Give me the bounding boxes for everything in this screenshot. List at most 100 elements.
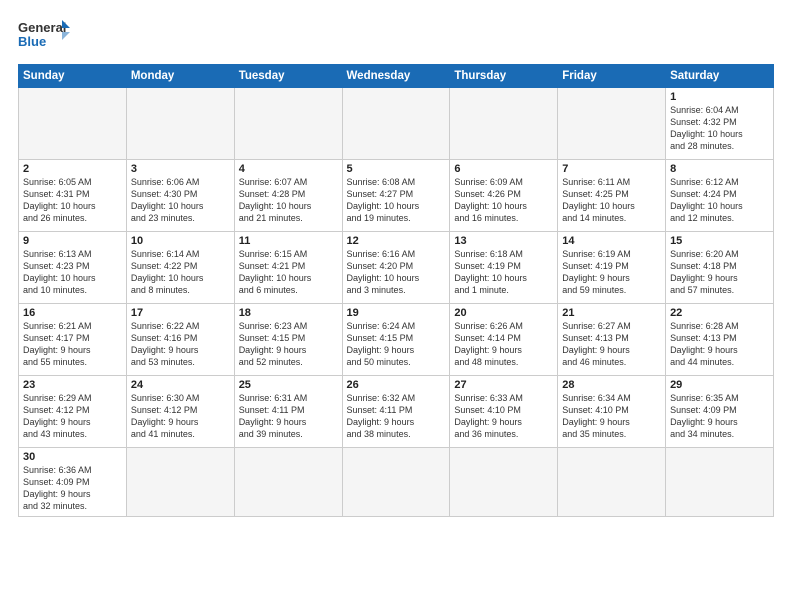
svg-text:General: General: [18, 20, 66, 35]
day-info: Sunrise: 6:36 AM Sunset: 4:09 PM Dayligh…: [23, 464, 122, 513]
day-info: Sunrise: 6:31 AM Sunset: 4:11 PM Dayligh…: [239, 392, 338, 441]
calendar-cell: 3Sunrise: 6:06 AM Sunset: 4:30 PM Daylig…: [126, 160, 234, 232]
calendar-cell: 19Sunrise: 6:24 AM Sunset: 4:15 PM Dayli…: [342, 304, 450, 376]
calendar-header-tuesday: Tuesday: [234, 65, 342, 88]
day-info: Sunrise: 6:18 AM Sunset: 4:19 PM Dayligh…: [454, 248, 553, 297]
calendar-cell: 26Sunrise: 6:32 AM Sunset: 4:11 PM Dayli…: [342, 376, 450, 448]
page: General Blue SundayMondayTuesdayWednesda…: [0, 0, 792, 612]
day-info: Sunrise: 6:23 AM Sunset: 4:15 PM Dayligh…: [239, 320, 338, 369]
calendar-header-wednesday: Wednesday: [342, 65, 450, 88]
calendar-cell: 1Sunrise: 6:04 AM Sunset: 4:32 PM Daylig…: [666, 88, 774, 160]
header: General Blue: [18, 18, 774, 54]
day-number: 20: [454, 307, 553, 319]
day-info: Sunrise: 6:33 AM Sunset: 4:10 PM Dayligh…: [454, 392, 553, 441]
day-info: Sunrise: 6:24 AM Sunset: 4:15 PM Dayligh…: [347, 320, 446, 369]
calendar-cell: [234, 448, 342, 517]
day-info: Sunrise: 6:04 AM Sunset: 4:32 PM Dayligh…: [670, 104, 769, 153]
day-number: 26: [347, 379, 446, 391]
calendar-cell: 13Sunrise: 6:18 AM Sunset: 4:19 PM Dayli…: [450, 232, 558, 304]
day-number: 22: [670, 307, 769, 319]
calendar-cell: 24Sunrise: 6:30 AM Sunset: 4:12 PM Dayli…: [126, 376, 234, 448]
calendar-header-saturday: Saturday: [666, 65, 774, 88]
calendar-cell: [342, 448, 450, 517]
calendar-cell: 21Sunrise: 6:27 AM Sunset: 4:13 PM Dayli…: [558, 304, 666, 376]
calendar-cell: [19, 88, 127, 160]
day-info: Sunrise: 6:20 AM Sunset: 4:18 PM Dayligh…: [670, 248, 769, 297]
calendar-cell: 12Sunrise: 6:16 AM Sunset: 4:20 PM Dayli…: [342, 232, 450, 304]
day-number: 28: [562, 379, 661, 391]
calendar-week-row: 1Sunrise: 6:04 AM Sunset: 4:32 PM Daylig…: [19, 88, 774, 160]
calendar-cell: [558, 88, 666, 160]
calendar-week-row: 23Sunrise: 6:29 AM Sunset: 4:12 PM Dayli…: [19, 376, 774, 448]
calendar-cell: 7Sunrise: 6:11 AM Sunset: 4:25 PM Daylig…: [558, 160, 666, 232]
calendar-cell: [342, 88, 450, 160]
calendar-header-friday: Friday: [558, 65, 666, 88]
day-number: 7: [562, 163, 661, 175]
day-info: Sunrise: 6:22 AM Sunset: 4:16 PM Dayligh…: [131, 320, 230, 369]
calendar-cell: 6Sunrise: 6:09 AM Sunset: 4:26 PM Daylig…: [450, 160, 558, 232]
day-info: Sunrise: 6:21 AM Sunset: 4:17 PM Dayligh…: [23, 320, 122, 369]
day-number: 23: [23, 379, 122, 391]
day-info: Sunrise: 6:19 AM Sunset: 4:19 PM Dayligh…: [562, 248, 661, 297]
day-info: Sunrise: 6:06 AM Sunset: 4:30 PM Dayligh…: [131, 176, 230, 225]
calendar-week-row: 30Sunrise: 6:36 AM Sunset: 4:09 PM Dayli…: [19, 448, 774, 517]
day-number: 12: [347, 235, 446, 247]
day-info: Sunrise: 6:34 AM Sunset: 4:10 PM Dayligh…: [562, 392, 661, 441]
day-number: 6: [454, 163, 553, 175]
calendar-cell: 16Sunrise: 6:21 AM Sunset: 4:17 PM Dayli…: [19, 304, 127, 376]
day-number: 15: [670, 235, 769, 247]
calendar-cell: 22Sunrise: 6:28 AM Sunset: 4:13 PM Dayli…: [666, 304, 774, 376]
calendar-cell: [558, 448, 666, 517]
day-info: Sunrise: 6:28 AM Sunset: 4:13 PM Dayligh…: [670, 320, 769, 369]
calendar-table: SundayMondayTuesdayWednesdayThursdayFrid…: [18, 64, 774, 517]
calendar-cell: 10Sunrise: 6:14 AM Sunset: 4:22 PM Dayli…: [126, 232, 234, 304]
day-number: 13: [454, 235, 553, 247]
calendar-cell: 8Sunrise: 6:12 AM Sunset: 4:24 PM Daylig…: [666, 160, 774, 232]
day-number: 27: [454, 379, 553, 391]
day-info: Sunrise: 6:05 AM Sunset: 4:31 PM Dayligh…: [23, 176, 122, 225]
calendar-cell: [450, 88, 558, 160]
svg-text:Blue: Blue: [18, 34, 46, 49]
calendar-cell: 14Sunrise: 6:19 AM Sunset: 4:19 PM Dayli…: [558, 232, 666, 304]
calendar-cell: 5Sunrise: 6:08 AM Sunset: 4:27 PM Daylig…: [342, 160, 450, 232]
calendar-cell: 2Sunrise: 6:05 AM Sunset: 4:31 PM Daylig…: [19, 160, 127, 232]
calendar-week-row: 16Sunrise: 6:21 AM Sunset: 4:17 PM Dayli…: [19, 304, 774, 376]
day-info: Sunrise: 6:29 AM Sunset: 4:12 PM Dayligh…: [23, 392, 122, 441]
calendar-cell: 20Sunrise: 6:26 AM Sunset: 4:14 PM Dayli…: [450, 304, 558, 376]
calendar-cell: [666, 448, 774, 517]
day-number: 19: [347, 307, 446, 319]
calendar-header-sunday: Sunday: [19, 65, 127, 88]
day-info: Sunrise: 6:35 AM Sunset: 4:09 PM Dayligh…: [670, 392, 769, 441]
calendar-cell: 23Sunrise: 6:29 AM Sunset: 4:12 PM Dayli…: [19, 376, 127, 448]
day-info: Sunrise: 6:16 AM Sunset: 4:20 PM Dayligh…: [347, 248, 446, 297]
calendar-cell: [450, 448, 558, 517]
day-number: 10: [131, 235, 230, 247]
day-info: Sunrise: 6:26 AM Sunset: 4:14 PM Dayligh…: [454, 320, 553, 369]
calendar-week-row: 2Sunrise: 6:05 AM Sunset: 4:31 PM Daylig…: [19, 160, 774, 232]
day-number: 18: [239, 307, 338, 319]
day-number: 29: [670, 379, 769, 391]
day-number: 8: [670, 163, 769, 175]
day-info: Sunrise: 6:08 AM Sunset: 4:27 PM Dayligh…: [347, 176, 446, 225]
generalblue-logo-icon: General Blue: [18, 18, 70, 54]
day-info: Sunrise: 6:11 AM Sunset: 4:25 PM Dayligh…: [562, 176, 661, 225]
calendar-cell: 18Sunrise: 6:23 AM Sunset: 4:15 PM Dayli…: [234, 304, 342, 376]
day-info: Sunrise: 6:32 AM Sunset: 4:11 PM Dayligh…: [347, 392, 446, 441]
logo: General Blue: [18, 18, 70, 54]
calendar-header-row: SundayMondayTuesdayWednesdayThursdayFrid…: [19, 65, 774, 88]
day-info: Sunrise: 6:15 AM Sunset: 4:21 PM Dayligh…: [239, 248, 338, 297]
calendar-cell: 17Sunrise: 6:22 AM Sunset: 4:16 PM Dayli…: [126, 304, 234, 376]
calendar-week-row: 9Sunrise: 6:13 AM Sunset: 4:23 PM Daylig…: [19, 232, 774, 304]
calendar-cell: 30Sunrise: 6:36 AM Sunset: 4:09 PM Dayli…: [19, 448, 127, 517]
calendar-cell: 29Sunrise: 6:35 AM Sunset: 4:09 PM Dayli…: [666, 376, 774, 448]
day-info: Sunrise: 6:30 AM Sunset: 4:12 PM Dayligh…: [131, 392, 230, 441]
calendar-cell: 15Sunrise: 6:20 AM Sunset: 4:18 PM Dayli…: [666, 232, 774, 304]
calendar-cell: [126, 88, 234, 160]
day-number: 21: [562, 307, 661, 319]
day-number: 4: [239, 163, 338, 175]
calendar-cell: 25Sunrise: 6:31 AM Sunset: 4:11 PM Dayli…: [234, 376, 342, 448]
calendar-cell: [234, 88, 342, 160]
day-info: Sunrise: 6:13 AM Sunset: 4:23 PM Dayligh…: [23, 248, 122, 297]
calendar-cell: 4Sunrise: 6:07 AM Sunset: 4:28 PM Daylig…: [234, 160, 342, 232]
calendar-cell: 11Sunrise: 6:15 AM Sunset: 4:21 PM Dayli…: [234, 232, 342, 304]
